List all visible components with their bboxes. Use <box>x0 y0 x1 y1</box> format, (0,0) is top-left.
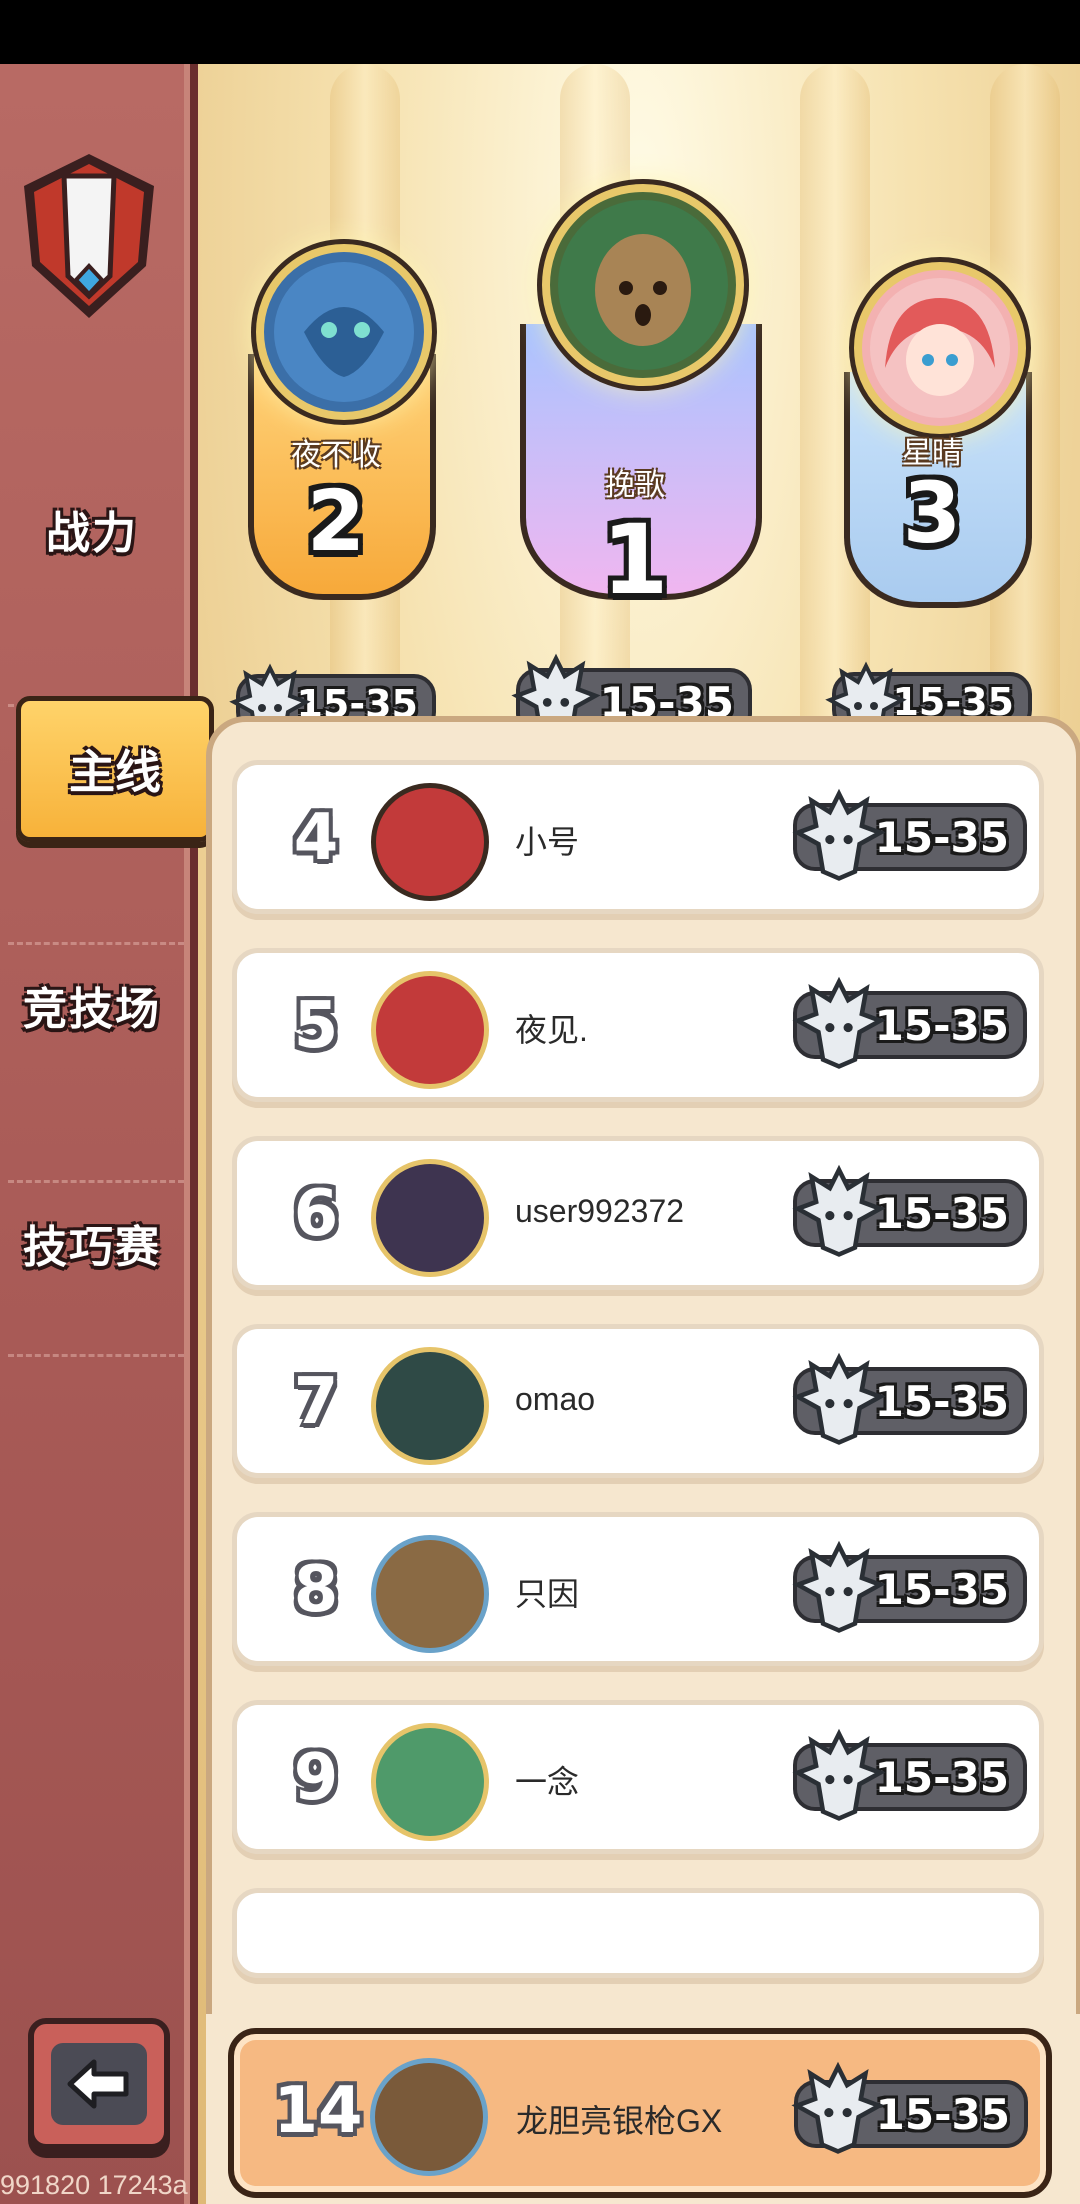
rank-number: 7 <box>293 1365 339 1439</box>
player-avatar <box>371 1159 489 1277</box>
ranking-row[interactable]: 8 只因 15-35 <box>232 1512 1044 1666</box>
podium-place: 2 <box>306 472 366 570</box>
sidebar-item-label: 技巧赛 <box>23 1223 161 1272</box>
ranking-row[interactable]: 5 夜见. 15-35 <box>232 948 1044 1102</box>
rank-number: 9 <box>293 1741 339 1815</box>
sidebar-divider <box>8 1354 184 1357</box>
player-name: 只因 <box>515 1576 580 1612</box>
sidebar-item-label: 竞技场 <box>23 985 161 1034</box>
podium-player-name: 夜不收 <box>291 439 381 472</box>
player-avatar <box>371 971 489 1089</box>
wolf-head-icon <box>792 1728 886 1821</box>
ranking-row[interactable]: 7 omao 15-35 <box>232 1324 1044 1478</box>
wolf-head-icon <box>791 2061 885 2154</box>
version-label: 991820 17243a <box>0 2170 188 2200</box>
wolf-head-icon <box>792 1352 886 1445</box>
wolf-head-icon <box>792 1164 886 1257</box>
back-arrow-icon <box>51 2043 147 2125</box>
my-ranking-row[interactable]: 14 龙胆亮银枪GX 15-35 <box>228 2028 1052 2198</box>
leaderboard-screen: 战力 竞技场 技巧赛 主线 夜不收 2 15-35 挽歌 1 15-35 星晴 … <box>0 64 1080 2204</box>
sidebar-item-arena[interactable]: 竞技场 <box>0 950 184 1060</box>
podium-first[interactable]: 挽歌 1 15-35 <box>511 174 762 743</box>
player-name: omao <box>515 1381 596 1417</box>
leaderboard-emblem-icon <box>24 154 154 318</box>
back-button[interactable] <box>28 2018 170 2150</box>
sidebar-item-label: 主线 <box>69 746 161 798</box>
wolf-head-icon <box>792 788 886 881</box>
player-name: 龙胆亮银枪GX <box>516 2103 723 2139</box>
player-avatar <box>854 262 1026 434</box>
level-range: 15-35 <box>875 2089 1010 2139</box>
player-avatar <box>371 1535 489 1653</box>
player-avatar <box>371 1723 489 1841</box>
level-range: 15-35 <box>874 1000 1009 1050</box>
ranking-row[interactable]: 6 user992372 15-35 <box>232 1136 1044 1290</box>
rank-number: 14 <box>273 2074 363 2148</box>
player-avatar <box>371 783 489 901</box>
rank-number: 4 <box>293 801 339 875</box>
sidebar-item-skill-contest[interactable]: 技巧赛 <box>0 1188 184 1298</box>
player-name: 夜见. <box>515 1012 588 1048</box>
rank-number: 5 <box>293 989 339 1063</box>
level-range: 15-35 <box>874 1376 1009 1426</box>
sidebar-item-mainline[interactable]: 主线 <box>16 696 214 842</box>
podium-place: 1 <box>601 504 669 616</box>
sidebar-divider <box>8 1180 184 1183</box>
podium-second[interactable]: 夜不收 2 15-35 <box>229 234 436 745</box>
level-range: 15-35 <box>874 1188 1009 1238</box>
level-range: 15-35 <box>874 812 1009 862</box>
ranking-row[interactable]: 9 一念 15-35 <box>232 1700 1044 1854</box>
podium-player-name: 挽歌 <box>605 469 665 502</box>
sidebar-item-power[interactable]: 战力 <box>0 474 184 584</box>
category-sidebar: 战力 竞技场 技巧赛 <box>0 64 198 2204</box>
wolf-head-icon <box>792 976 886 1069</box>
ranking-row-partial[interactable] <box>232 1888 1044 1978</box>
player-name: user992372 <box>515 1193 685 1229</box>
podium-third[interactable]: 星晴 3 15-35 <box>825 252 1032 743</box>
sidebar-item-label: 战力 <box>46 509 138 558</box>
level-range: 15-35 <box>874 1564 1009 1614</box>
player-name: 小号 <box>515 824 580 860</box>
rank-number: 6 <box>293 1177 339 1251</box>
status-bar <box>0 0 1080 64</box>
player-avatar <box>256 244 432 420</box>
rank-number: 8 <box>293 1553 339 1627</box>
player-avatar <box>370 2058 488 2176</box>
sidebar-divider <box>8 942 184 945</box>
level-range: 15-35 <box>874 1752 1009 1802</box>
player-avatar <box>371 1347 489 1465</box>
wolf-head-icon <box>792 1540 886 1633</box>
podium-place: 3 <box>902 464 962 562</box>
player-name: 一念 <box>515 1764 580 1800</box>
ranking-row[interactable]: 4 小号 15-35 <box>232 760 1044 914</box>
player-avatar <box>542 184 744 386</box>
